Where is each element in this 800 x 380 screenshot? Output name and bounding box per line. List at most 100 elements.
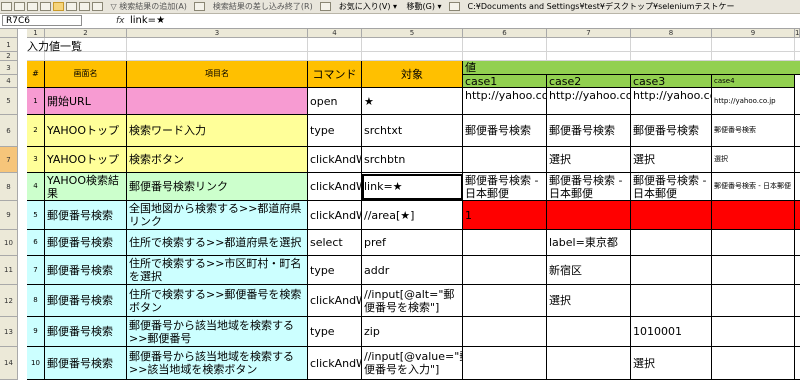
value-cell[interactable]: 郵便番号検索 - 日本郵便 [463, 173, 547, 201]
row-header[interactable]: 7 [0, 147, 18, 173]
command-cell[interactable]: clickAndWait [308, 147, 362, 173]
header-target[interactable]: 対象 [362, 61, 463, 88]
globe-icon[interactable] [79, 2, 90, 11]
value-cell[interactable]: http://yahoo.co.jp [712, 88, 795, 115]
row-header[interactable]: 14 [0, 347, 18, 380]
column-header[interactable]: 6 [463, 29, 547, 38]
search-icon[interactable] [66, 2, 77, 11]
value-cell[interactable] [795, 201, 800, 230]
value-cell[interactable]: 郵便番号検索 - 日本郵便 [712, 173, 795, 201]
value-cell[interactable]: 郵便番号検索 [463, 115, 547, 147]
value-cell[interactable]: 選択 [712, 147, 795, 173]
grid-cell[interactable] [795, 52, 800, 61]
value-cell[interactable]: 郵便番号検索 [712, 115, 795, 147]
item-name-cell[interactable] [127, 88, 308, 115]
grid-cell[interactable] [45, 52, 127, 61]
row-number[interactable]: 3 [27, 147, 45, 173]
grid-cell[interactable] [463, 52, 547, 61]
item-name-cell[interactable]: 郵便番号から該当地域を検索する>>郵便番号 [127, 317, 308, 347]
favorites-icon[interactable] [320, 2, 332, 11]
add-search-result-button[interactable]: ▽ 検索結果の追加(A) [108, 0, 190, 13]
grid-cell[interactable] [631, 52, 712, 61]
item-name-cell[interactable]: 検索ワード入力 [127, 115, 308, 147]
value-cell[interactable] [712, 317, 795, 347]
print-icon[interactable] [40, 2, 51, 11]
column-header[interactable]: 10 [795, 29, 800, 38]
grid-cell[interactable] [463, 38, 547, 52]
header-item-name[interactable]: 項目名 [127, 61, 308, 88]
value-cell[interactable]: 新宿区 [547, 256, 631, 285]
value-cell[interactable] [631, 230, 712, 256]
row-number[interactable]: 9 [27, 317, 45, 347]
column-header[interactable]: 2 [45, 29, 127, 38]
row-header[interactable]: 6 [0, 115, 18, 147]
grid-cell[interactable] [127, 38, 308, 52]
row-header[interactable]: 10 [0, 230, 18, 256]
target-cell[interactable]: zip [362, 317, 463, 347]
value-cell[interactable] [712, 201, 795, 230]
column-header[interactable]: 3 [127, 29, 308, 38]
screen-name-cell[interactable]: YAHOO検索結果 [45, 173, 127, 201]
grid-cell[interactable] [547, 52, 631, 61]
grid-cell[interactable] [547, 38, 631, 52]
row-header[interactable]: 12 [0, 285, 18, 317]
screen-name-cell[interactable]: 郵便番号検索 [45, 256, 127, 285]
column-header[interactable]: 1 [27, 29, 45, 38]
value-cell[interactable] [712, 256, 795, 285]
grid-cell[interactable] [127, 52, 308, 61]
value-cell[interactable] [795, 256, 800, 285]
header-case[interactable]: case2 [547, 75, 631, 88]
value-cell[interactable]: 選択 [547, 147, 631, 173]
grid-cell[interactable] [631, 38, 712, 52]
value-cell[interactable]: 郵便番号検索 - 日本郵便 [547, 173, 631, 201]
value-cell[interactable]: http://yahoo.co.jp [631, 88, 712, 115]
value-cell[interactable] [463, 230, 547, 256]
app-icon[interactable] [1, 2, 12, 11]
column-header[interactable]: 5 [362, 29, 463, 38]
row-header[interactable]: 11 [0, 256, 18, 285]
value-cell[interactable]: label=東京都 [547, 230, 631, 256]
value-cell[interactable] [631, 201, 712, 230]
column-header[interactable]: 7 [547, 29, 631, 38]
target-cell[interactable]: //input[@alt="郵便番号を検索"] [362, 285, 463, 317]
search-icon[interactable] [92, 2, 103, 11]
row-header[interactable]: 1 [0, 38, 18, 52]
command-cell[interactable]: type [308, 317, 362, 347]
value-cell[interactable] [547, 347, 631, 380]
value-cell[interactable] [795, 317, 800, 347]
value-cell[interactable]: 選択 [547, 285, 631, 317]
name-box[interactable]: R7C6 [2, 15, 82, 26]
item-name-cell[interactable]: 郵便番号検索リンク [127, 173, 308, 201]
item-name-cell[interactable]: 住所で検索する>>郵便番号を検索ボタン [127, 285, 308, 317]
grid-cell[interactable] [308, 38, 362, 52]
column-header[interactable]: 4 [308, 29, 362, 38]
screen-name-cell[interactable]: 開始URL [45, 88, 127, 115]
back-icon[interactable] [53, 2, 64, 11]
screen-name-cell[interactable]: 郵便番号検索 [45, 347, 127, 380]
value-cell[interactable]: http://yahoo.co.jp [547, 88, 631, 115]
item-name-cell[interactable]: 検索ボタン [127, 147, 308, 173]
move-menu[interactable]: 移動(G) ▾ [404, 0, 445, 13]
value-cell[interactable]: http://yahoo.co.jp [463, 88, 547, 115]
value-cell[interactable] [795, 230, 800, 256]
item-name-cell[interactable]: 住所で検索する>>市区町村・町名を選択 [127, 256, 308, 285]
grid-cell[interactable] [362, 38, 463, 52]
value-cell[interactable] [712, 230, 795, 256]
command-cell[interactable]: clickAndWait [308, 173, 362, 201]
row-number[interactable]: 10 [27, 347, 45, 380]
item-name-cell[interactable]: 住所で検索する>>都道府県を選択 [127, 230, 308, 256]
screen-name-cell[interactable]: 郵便番号検索 [45, 201, 127, 230]
formula-input[interactable]: link=★ [130, 14, 165, 28]
grid-cell[interactable] [308, 52, 362, 61]
grid-cell[interactable] [712, 52, 795, 61]
value-cell[interactable] [547, 201, 631, 230]
header-value[interactable]: 値 [463, 61, 800, 75]
value-cell[interactable] [712, 347, 795, 380]
row-number[interactable]: 1 [27, 88, 45, 115]
value-cell[interactable] [795, 285, 800, 317]
row-number[interactable]: 7 [27, 256, 45, 285]
grid-cell[interactable] [795, 38, 800, 52]
row-header[interactable]: 2 [0, 52, 18, 61]
row-number[interactable]: 6 [27, 230, 45, 256]
row-header[interactable]: 4 [0, 75, 18, 88]
